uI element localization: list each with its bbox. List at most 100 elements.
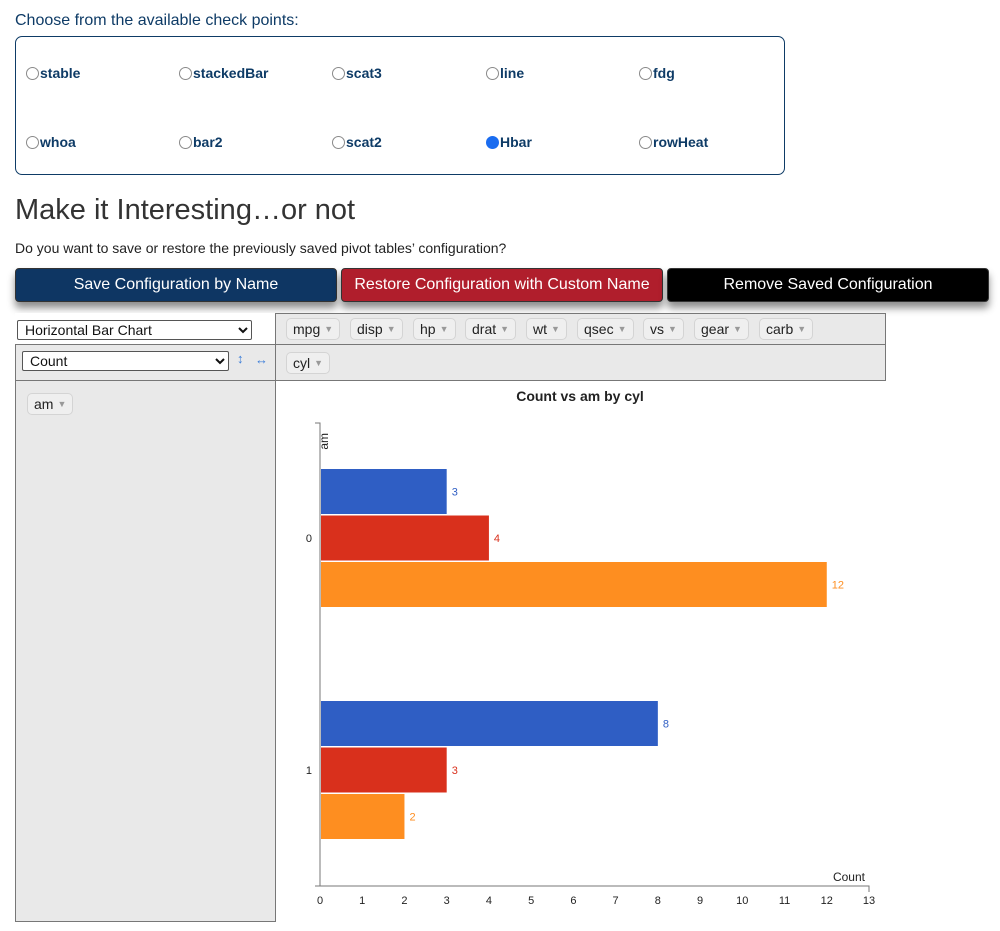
dropdown-triangle-icon[interactable]: ▼ — [314, 358, 323, 368]
checkpoint-fdg[interactable]: fdg — [639, 65, 675, 81]
attr-pill-vs[interactable]: vs ▼ — [643, 318, 684, 340]
radio-checked-icon[interactable] — [486, 135, 499, 149]
checkpoint-label: whoa — [40, 134, 76, 150]
column-attributes-area — [275, 344, 886, 381]
checkpoint-whoa[interactable]: whoa — [26, 134, 76, 150]
checkpoint-label: rowHeat — [653, 134, 709, 150]
dropdown-triangle-icon[interactable]: ▼ — [551, 324, 560, 334]
checkpoint-label: Hbar — [500, 134, 532, 150]
row-attr-pill-am[interactable]: am ▼ — [27, 393, 74, 415]
data-label: 4 — [494, 533, 500, 545]
x-tick-label: 6 — [570, 895, 576, 907]
x-tick-label: 1 — [359, 895, 365, 907]
dropdown-triangle-icon[interactable]: ▼ — [797, 324, 806, 334]
radio-icon[interactable] — [332, 135, 345, 149]
attr-label: wt — [533, 321, 547, 337]
attr-label: hp — [420, 321, 436, 337]
radio-icon[interactable] — [486, 66, 499, 80]
x-tick-label: 2 — [401, 895, 407, 907]
data-label: 3 — [452, 765, 458, 777]
sort-rows-icon[interactable]: ↕ — [237, 351, 244, 366]
renderer-select[interactable]: Horizontal Bar Chart — [17, 320, 252, 340]
x-tick-label: 13 — [863, 895, 875, 907]
bar — [321, 701, 658, 746]
sort-cols-icon[interactable]: ↔ — [255, 352, 268, 367]
save-config-button[interactable]: Save Configuration by Name — [15, 268, 337, 302]
attr-pill-gear[interactable]: gear ▼ — [694, 318, 749, 340]
remove-config-button[interactable]: Remove Saved Configuration — [667, 268, 989, 302]
attr-label: cyl — [293, 355, 311, 371]
checkpoint-stable[interactable]: stable — [26, 65, 80, 81]
x-tick-label: 10 — [736, 895, 748, 907]
x-tick-label: 12 — [821, 895, 833, 907]
checkpoint-label: bar2 — [193, 134, 223, 150]
dropdown-triangle-icon[interactable]: ▼ — [500, 324, 509, 334]
attr-pill-mpg[interactable]: mpg ▼ — [286, 318, 341, 340]
data-label: 2 — [409, 812, 415, 824]
checkpoints-label: Choose from the available check points: — [15, 12, 299, 29]
attr-label: qsec — [584, 321, 614, 337]
checkpoint-label: stackedBar — [193, 65, 269, 81]
dropdown-triangle-icon[interactable]: ▼ — [440, 324, 449, 334]
x-tick-label: 5 — [528, 895, 534, 907]
page-title: Make it Interesting…or not — [15, 194, 356, 226]
checkpoint-scat2[interactable]: scat2 — [332, 134, 382, 150]
dropdown-triangle-icon[interactable]: ▼ — [733, 324, 742, 334]
attr-label: carb — [766, 321, 794, 337]
attr-pill-hp[interactable]: hp ▼ — [413, 318, 456, 340]
checkpoint-stackedbar[interactable]: stackedBar — [179, 65, 269, 81]
checkpoint-label: fdg — [653, 65, 675, 81]
dropdown-triangle-icon[interactable]: ▼ — [324, 324, 333, 334]
data-label: 8 — [663, 719, 669, 731]
radio-icon[interactable] — [179, 135, 192, 149]
checkpoint-label: scat2 — [346, 134, 382, 150]
attr-label: vs — [650, 321, 664, 337]
dropdown-triangle-icon[interactable]: ▼ — [57, 399, 66, 409]
bar-chart: Count vs am by cyl am Count 0 1 2 3 4 5 6 7 8 9 10… — [276, 381, 885, 926]
radio-icon[interactable] — [332, 66, 345, 80]
attr-label: drat — [472, 321, 497, 337]
dropdown-triangle-icon[interactable]: ▼ — [668, 324, 677, 334]
checkpoint-hbar[interactable]: Hbar — [486, 134, 532, 150]
attr-pill-drat[interactable]: drat ▼ — [465, 318, 517, 340]
radio-icon[interactable] — [26, 66, 39, 80]
attr-label: am — [34, 396, 54, 412]
attr-pill-qsec[interactable]: qsec ▼ — [577, 318, 634, 340]
bar — [321, 562, 827, 607]
attr-pill-carb[interactable]: carb ▼ — [759, 318, 814, 340]
radio-icon[interactable] — [179, 66, 192, 80]
restore-config-button[interactable]: Restore Configuration with Custom Name — [341, 268, 663, 302]
data-label: 3 — [452, 487, 458, 499]
radio-icon[interactable] — [26, 135, 39, 149]
col-attr-pill-cyl[interactable]: cyl ▼ — [286, 352, 331, 374]
checkpoint-bar2[interactable]: bar2 — [179, 134, 223, 150]
bar — [321, 794, 405, 839]
checkpoint-label: line — [500, 65, 525, 81]
data-label: 12 — [832, 580, 844, 592]
dropdown-triangle-icon[interactable]: ▼ — [618, 324, 627, 334]
radio-icon[interactable] — [639, 135, 652, 149]
x-tick-label: 11 — [779, 895, 790, 907]
attr-pill-disp[interactable]: disp ▼ — [350, 318, 403, 340]
x-tick-label: 8 — [655, 895, 661, 907]
checkpoint-scat3[interactable]: scat3 — [332, 65, 382, 81]
checkpoint-label: stable — [40, 65, 81, 81]
attr-label: mpg — [293, 321, 321, 337]
x-axis-label: Count — [833, 870, 866, 884]
aggregator-select[interactable]: Count — [22, 351, 229, 371]
chart-title: Count vs am by cyl — [516, 388, 644, 404]
row-attributes-area — [15, 380, 276, 922]
bar — [321, 469, 447, 514]
y-tick-label: 0 — [306, 533, 312, 545]
bar — [321, 515, 489, 561]
y-tick-label: 1 — [306, 765, 312, 777]
attr-pill-wt[interactable]: wt ▼ — [526, 318, 567, 340]
checkpoint-rowheat[interactable]: rowHeat — [639, 134, 708, 150]
attr-label: gear — [701, 321, 730, 337]
config-question: Do you want to save or restore the previ… — [15, 240, 507, 256]
radio-icon[interactable] — [639, 66, 652, 80]
checkpoint-line[interactable]: line — [486, 65, 524, 81]
dropdown-triangle-icon[interactable]: ▼ — [387, 324, 396, 334]
x-tick-label: 0 — [317, 895, 323, 907]
x-tick-label: 4 — [486, 895, 492, 907]
